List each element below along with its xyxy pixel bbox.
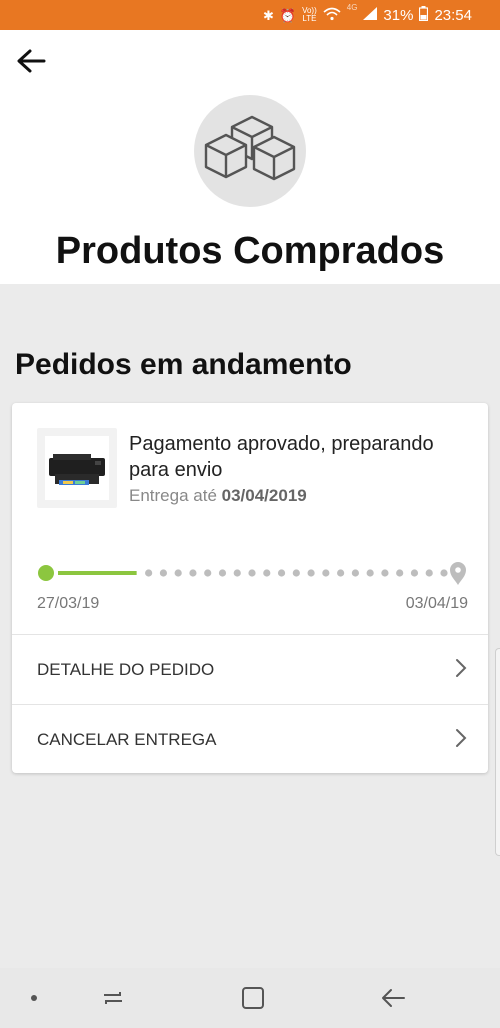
order-details-label: DETALHE DO PEDIDO bbox=[37, 660, 215, 679]
map-pin-icon bbox=[450, 562, 466, 585]
volte-indicator: Vo)) LTE bbox=[302, 7, 317, 23]
section-title: Pedidos em andamento bbox=[15, 348, 352, 381]
volte-bottom-label: LTE bbox=[302, 14, 317, 23]
page-title: Produtos Comprados bbox=[55, 230, 445, 272]
page-header: Produtos Comprados bbox=[0, 30, 500, 284]
delivery-progress-tracker bbox=[38, 562, 466, 585]
tracker-pending-dot bbox=[159, 569, 168, 577]
tracker-pending-dot bbox=[218, 569, 227, 577]
alarm-icon: ⏰ bbox=[279, 7, 297, 23]
chevron-right-icon bbox=[456, 729, 467, 747]
boxes-icon bbox=[204, 115, 296, 181]
signal-icon bbox=[363, 6, 378, 24]
tracker-pending-dot bbox=[174, 569, 182, 577]
delivery-estimate: Entrega até 03/04/2019 bbox=[129, 486, 307, 506]
network-type-label: 4G bbox=[346, 3, 358, 12]
tracker-end-date: 03/04/19 bbox=[405, 595, 468, 612]
product-thumbnail[interactable] bbox=[37, 428, 117, 508]
tracker-pending-dot bbox=[381, 569, 389, 577]
nav-dot-button[interactable] bbox=[22, 986, 52, 1010]
tracker-pending-dot bbox=[410, 569, 419, 577]
cancel-delivery-button[interactable]: CANCELAR ENTREGA bbox=[12, 704, 488, 774]
system-back-button[interactable] bbox=[378, 986, 408, 1010]
order-status: Pagamento aprovado, preparando para envi… bbox=[129, 433, 434, 481]
delivery-prefix: Entrega até bbox=[129, 486, 217, 505]
home-icon bbox=[242, 987, 264, 1009]
chevron-right-icon bbox=[456, 659, 467, 677]
tracker-pending-dot bbox=[292, 569, 300, 577]
bluetooth-icon: ✱ bbox=[262, 7, 274, 23]
tracker-pending-dot bbox=[189, 569, 197, 577]
product-image bbox=[45, 436, 109, 500]
clock: 23:54 bbox=[434, 6, 472, 24]
scroll-indicator[interactable] bbox=[495, 648, 500, 856]
order-details-button[interactable]: DETALHE DO PEDIDO bbox=[12, 634, 488, 704]
tracker-pending-dot bbox=[396, 569, 404, 577]
home-button[interactable] bbox=[238, 986, 268, 1010]
cancel-delivery-label: CANCELAR ENTREGA bbox=[37, 730, 217, 749]
tracker-start-dot bbox=[38, 565, 54, 581]
tracker-pending-dot bbox=[263, 569, 271, 577]
tracker-pending-dot bbox=[248, 569, 256, 577]
tracker-pending-dot bbox=[440, 569, 448, 577]
tracker-pending-dot bbox=[366, 569, 374, 577]
back-icon bbox=[382, 989, 405, 1007]
back-button[interactable] bbox=[14, 46, 48, 76]
printer-icon bbox=[49, 454, 105, 485]
recent-apps-icon bbox=[104, 992, 122, 1004]
tracker-pending-dot bbox=[204, 569, 212, 577]
tracker-pending-dot bbox=[307, 569, 315, 577]
tracker-pending-dot bbox=[233, 569, 241, 577]
arrow-left-icon bbox=[17, 49, 46, 73]
recent-apps-button[interactable] bbox=[98, 986, 128, 1010]
order-card: Pagamento aprovado, preparando para envi… bbox=[12, 403, 488, 773]
delivery-date: 03/04/2019 bbox=[221, 486, 307, 505]
battery-percent: 31% bbox=[383, 6, 414, 24]
status-bar: ✱ ⏰ Vo)) LTE 4G 31% 23:54 bbox=[0, 0, 500, 30]
tracker-pending-dot bbox=[277, 569, 286, 577]
hero-badge bbox=[194, 95, 306, 207]
tracker-start-date: 27/03/19 bbox=[37, 595, 100, 612]
tracker-pending-dot bbox=[425, 569, 433, 577]
battery-icon bbox=[419, 5, 429, 25]
tracker-pending-dot bbox=[145, 569, 153, 577]
system-nav-bar bbox=[0, 968, 500, 1028]
tracker-pending-dot bbox=[351, 569, 359, 577]
tracker-pending-dot bbox=[322, 569, 330, 577]
tracker-pending-dot bbox=[337, 569, 345, 577]
dot-icon bbox=[31, 995, 37, 1001]
wifi-icon bbox=[323, 7, 341, 23]
map-pin-hole bbox=[455, 567, 461, 573]
